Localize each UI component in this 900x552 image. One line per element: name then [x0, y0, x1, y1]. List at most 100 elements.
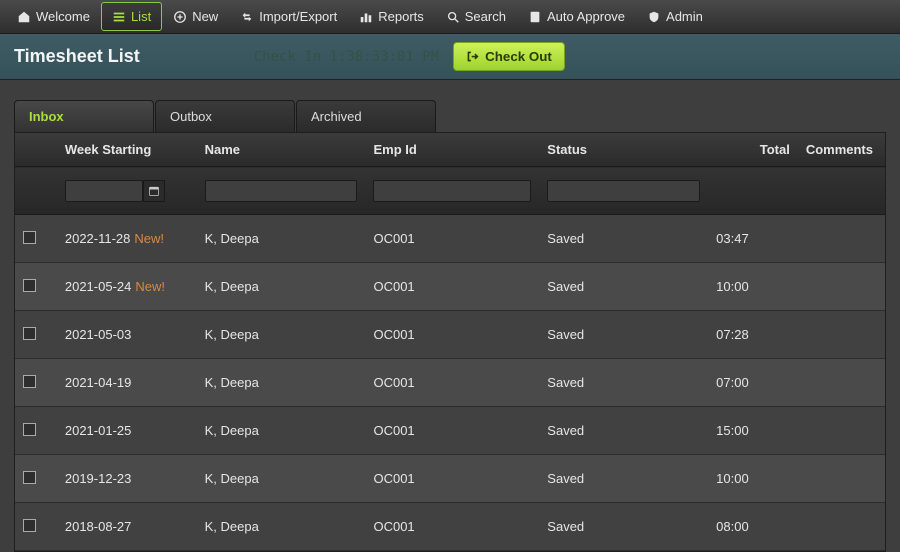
transfer-icon — [240, 10, 254, 24]
col-status[interactable]: Status — [539, 133, 708, 167]
cell-name: K, Deepa — [197, 263, 366, 311]
cell-status: Saved — [539, 215, 708, 263]
cell-emp: OC001 — [365, 215, 539, 263]
nav-import-export-label: Import/Export — [259, 9, 337, 24]
table-wrap: Week Starting Name Emp Id Status Total C… — [14, 132, 886, 552]
nav-import-export[interactable]: Import/Export — [229, 2, 348, 31]
document-icon — [528, 10, 542, 24]
chart-icon — [359, 10, 373, 24]
row-checkbox[interactable] — [23, 375, 36, 388]
row-checkbox[interactable] — [23, 231, 36, 244]
cell-name: K, Deepa — [197, 311, 366, 359]
filter-week-input[interactable] — [65, 180, 143, 202]
table-row[interactable]: 2022-11-28New!K, DeepaOC001Saved03:47 — [15, 215, 885, 263]
nav-welcome-label: Welcome — [36, 9, 90, 24]
cell-total: 10:00 — [708, 455, 798, 503]
cell-emp: OC001 — [365, 359, 539, 407]
cell-name: K, Deepa — [197, 455, 366, 503]
col-check — [15, 133, 57, 167]
check-out-button[interactable]: Check Out — [453, 42, 565, 71]
cell-emp: OC001 — [365, 263, 539, 311]
col-emp[interactable]: Emp Id — [365, 133, 539, 167]
table-row[interactable]: 2019-12-23K, DeepaOC001Saved10:00 — [15, 455, 885, 503]
cell-status: Saved — [539, 263, 708, 311]
tabs: Inbox Outbox Archived — [14, 100, 900, 132]
cell-total: 15:00 — [708, 407, 798, 455]
top-nav: Welcome List New Import/Export Reports S… — [0, 0, 900, 34]
cell-emp: OC001 — [365, 407, 539, 455]
timesheet-table: Week Starting Name Emp Id Status Total C… — [15, 133, 885, 551]
nav-search-label: Search — [465, 9, 506, 24]
row-checkbox[interactable] — [23, 423, 36, 436]
nav-new[interactable]: New — [162, 2, 229, 31]
list-icon — [112, 10, 126, 24]
col-week[interactable]: Week Starting — [57, 133, 197, 167]
filter-name-input[interactable] — [205, 180, 358, 202]
table-row[interactable]: 2021-04-19K, DeepaOC001Saved07:00 — [15, 359, 885, 407]
col-name[interactable]: Name — [197, 133, 366, 167]
row-checkbox[interactable] — [23, 279, 36, 292]
filter-week-wrap — [65, 180, 165, 202]
calendar-button[interactable] — [143, 180, 165, 202]
table-row[interactable]: 2021-01-25K, DeepaOC001Saved15:00 — [15, 407, 885, 455]
search-icon — [446, 10, 460, 24]
row-checkbox[interactable] — [23, 327, 36, 340]
filter-emp-input[interactable] — [373, 180, 531, 202]
tab-archived-label: Archived — [311, 109, 362, 124]
shield-icon — [647, 10, 661, 24]
tab-inbox[interactable]: Inbox — [14, 100, 154, 132]
cell-status: Saved — [539, 455, 708, 503]
cell-name: K, Deepa — [197, 503, 366, 551]
calendar-icon — [148, 185, 160, 197]
nav-new-label: New — [192, 9, 218, 24]
row-checkbox[interactable] — [23, 519, 36, 532]
cell-status: Saved — [539, 359, 708, 407]
cell-week: 2021-04-19 — [57, 359, 197, 407]
nav-welcome[interactable]: Welcome — [6, 2, 101, 31]
page-title: Timesheet List — [14, 46, 140, 67]
cell-total: 08:00 — [708, 503, 798, 551]
cell-name: K, Deepa — [197, 215, 366, 263]
new-badge: New! — [134, 231, 164, 246]
nav-search[interactable]: Search — [435, 2, 517, 31]
cell-emp: OC001 — [365, 311, 539, 359]
cell-week: 2019-12-23 — [57, 455, 197, 503]
cell-status: Saved — [539, 407, 708, 455]
clock-text: Check In 1:38:33:01 PM — [254, 49, 439, 65]
nav-auto-approve[interactable]: Auto Approve — [517, 2, 636, 31]
cell-week: 2021-05-24New! — [57, 263, 197, 311]
cell-comments — [798, 503, 885, 551]
tab-outbox[interactable]: Outbox — [155, 100, 295, 132]
col-total[interactable]: Total — [708, 133, 798, 167]
col-comments[interactable]: Comments — [798, 133, 885, 167]
plus-circle-icon — [173, 10, 187, 24]
filter-status-input[interactable] — [547, 180, 700, 202]
nav-reports[interactable]: Reports — [348, 2, 435, 31]
nav-list[interactable]: List — [101, 2, 162, 31]
home-icon — [17, 10, 31, 24]
check-out-label: Check Out — [485, 49, 552, 64]
tab-outbox-label: Outbox — [170, 109, 212, 124]
table-row[interactable]: 2018-08-27K, DeepaOC001Saved08:00 — [15, 503, 885, 551]
tab-archived[interactable]: Archived — [296, 100, 436, 132]
cell-comments — [798, 263, 885, 311]
cell-week: 2018-08-27 — [57, 503, 197, 551]
cell-total: 10:00 — [708, 263, 798, 311]
nav-admin[interactable]: Admin — [636, 2, 714, 31]
row-checkbox[interactable] — [23, 471, 36, 484]
cell-status: Saved — [539, 311, 708, 359]
cell-name: K, Deepa — [197, 359, 366, 407]
cell-comments — [798, 215, 885, 263]
table-row[interactable]: 2021-05-03K, DeepaOC001Saved07:28 — [15, 311, 885, 359]
cell-comments — [798, 359, 885, 407]
table-row[interactable]: 2021-05-24New!K, DeepaOC001Saved10:00 — [15, 263, 885, 311]
logout-icon — [466, 50, 479, 63]
new-badge: New! — [135, 279, 165, 294]
cell-comments — [798, 311, 885, 359]
cell-status: Saved — [539, 503, 708, 551]
nav-list-label: List — [131, 9, 151, 24]
cell-total: 07:28 — [708, 311, 798, 359]
cell-name: K, Deepa — [197, 407, 366, 455]
header-bar: Timesheet List Check In 1:38:33:01 PM Ch… — [0, 34, 900, 80]
cell-week: 2022-11-28New! — [57, 215, 197, 263]
